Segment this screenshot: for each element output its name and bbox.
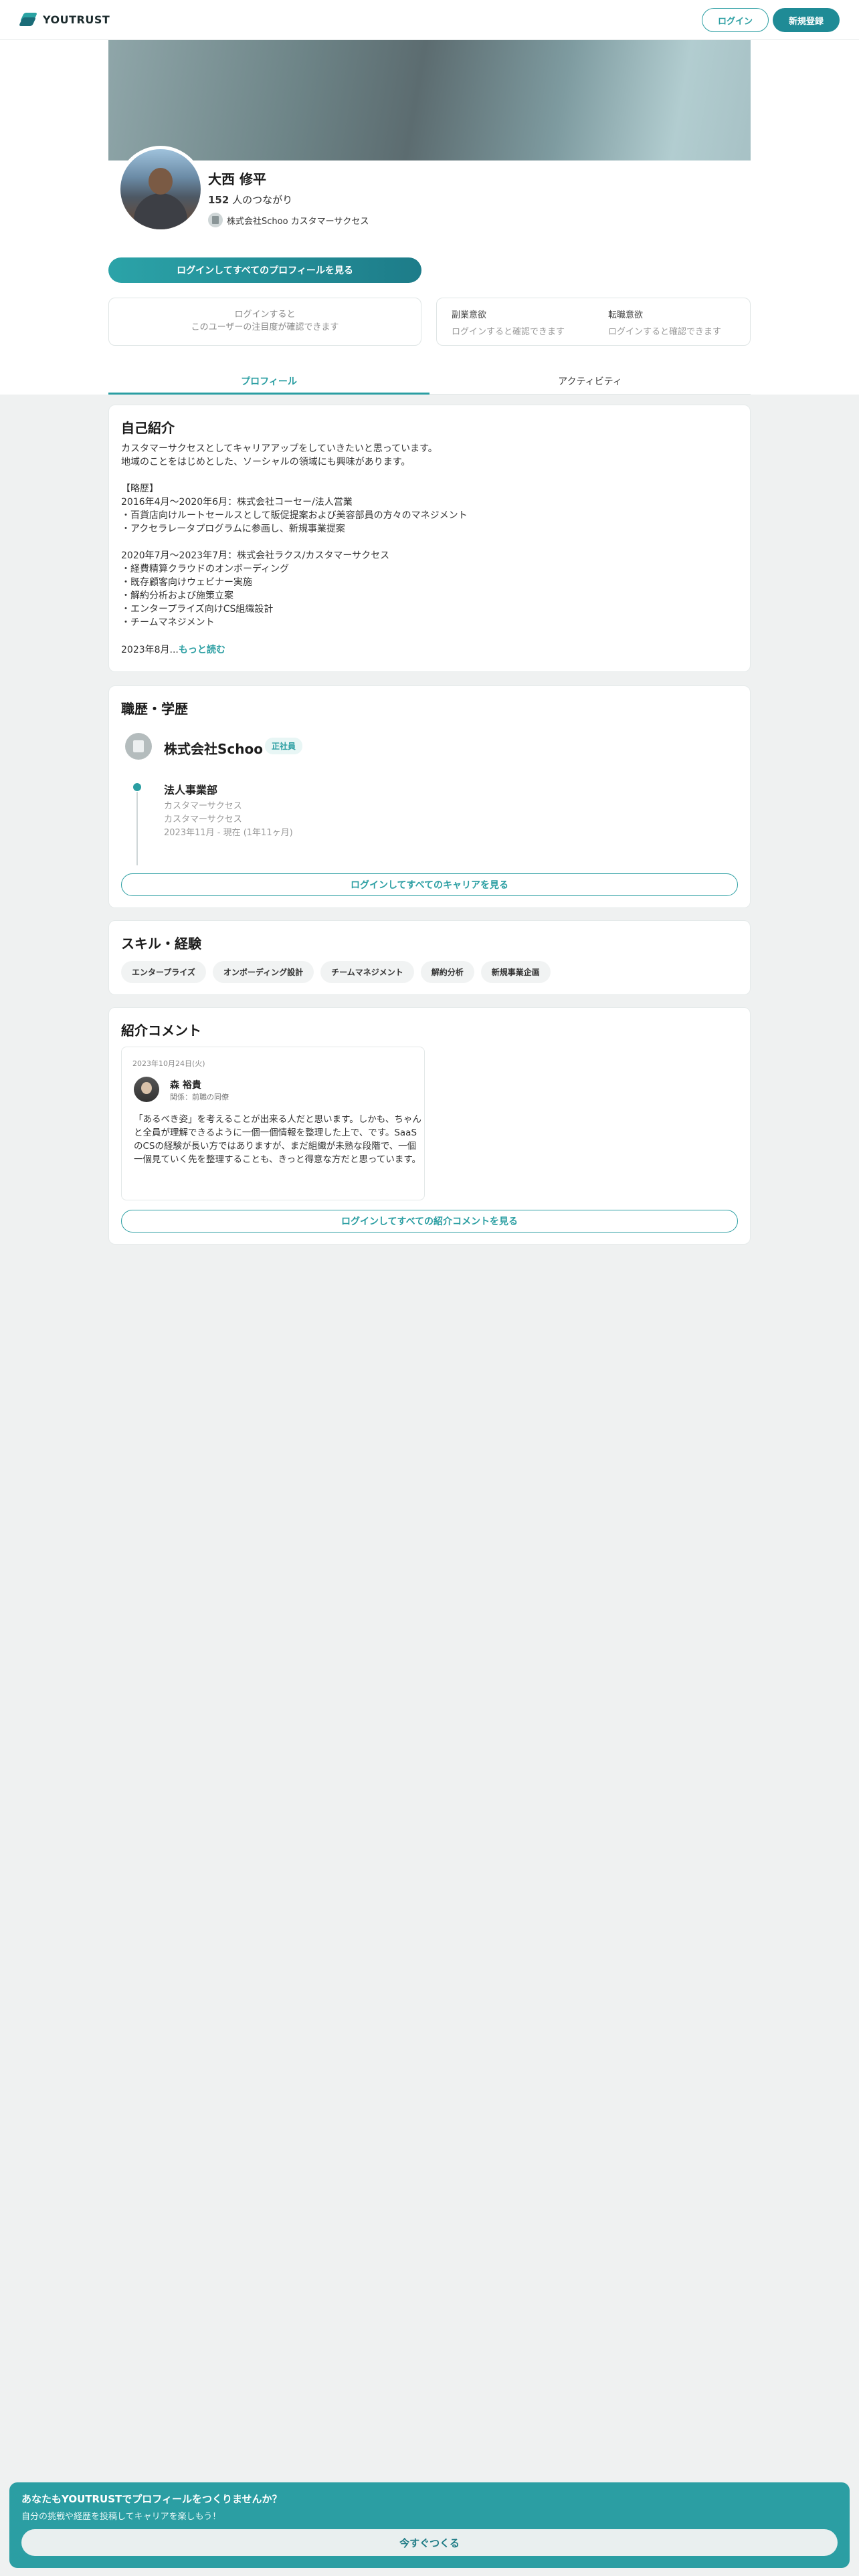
career-role-sub-2: カスタマーサクセス [164,815,242,825]
side-job-value: ログインすると確認できます [452,327,565,337]
self-intro-title: 自己紹介 [121,420,175,436]
signup-cta-banner: あなたもYOUTRUSTでプロフィールをつくりませんか？ 自分の挑戦や経歴を投稿… [9,2482,850,2568]
timeline-line [136,792,138,865]
company-building-icon [125,733,152,760]
recommender-name[interactable]: 森 裕貴 [170,1078,201,1091]
job-change-value: ログインすると確認できます [608,327,722,337]
profile-tabs: プロフィール アクティビティ [108,365,751,395]
recommendations-title: 紹介コメント [121,1023,201,1039]
timeline-dot [133,783,141,791]
employment-type-badge: 正社員 [265,738,303,754]
logo[interactable]: YOUTRUST [18,12,110,27]
intent-card: 副業意欲 ログインすると確認できます 転職意欲 ログインすると確認できます [436,298,751,346]
skill-chip[interactable]: 解約分析 [420,961,474,983]
job-change-title: 転職意欲 [608,310,644,320]
skill-chip[interactable]: エンタープライズ [121,961,206,983]
job-change-intent: 転職意欲 ログインすると確認できます [593,298,750,345]
company-icon [208,213,223,227]
skill-chip[interactable]: 新規事業企画 [480,961,551,983]
avatar-photo [120,149,201,229]
avatar [117,146,204,233]
recommender-relation: 関係：前職の同僚 [170,1093,229,1101]
career-role-sub-1: カスタマーサクセス [164,801,242,811]
skill-chips: エンタープライズ オンボーディング設計 チームマネジメント 解約分析 新規事業企… [121,961,551,983]
self-intro-more: 2023年8月...もっと読む [121,643,225,656]
self-intro-section: 自己紹介 カスタマーサクセスとしてキャリアアップをしていきたいと思っています。 … [108,405,751,672]
career-title: 職歴・学歴 [121,701,188,717]
profile-name: 大西 修平 [208,171,266,187]
read-more-link[interactable]: もっと読む [179,645,225,655]
cta-subtitle: 自分の挑戦や経歴を投稿してキャリアを楽しもう！ [21,2512,221,2522]
recommendation-text: 「あるべき姿」を考えることが出来る人だと思います。しかも、ちゃんと全員が理解でき… [134,1114,421,1165]
header: YOUTRUST ログイン 新規登録 [0,0,859,40]
attention-line-1: ログインすると [234,310,296,320]
career-section: 職歴・学歴 株式会社Schoo 正社員 法人事業部 カスタマーサクセス カスタマ… [108,685,751,908]
career-company-name[interactable]: 株式会社Schoo [164,738,263,758]
skill-chip[interactable]: オンボーディング設計 [212,961,314,983]
tab-activity[interactable]: アクティビティ [430,365,751,395]
side-job-intent: 副業意欲 ログインすると確認できます [437,298,593,345]
recommender-avatar[interactable] [134,1077,159,1102]
self-intro-text: カスタマーサクセスとしてキャリアアップをしていきたいと思っています。 地域のこと… [121,443,468,628]
attention-card: ログインすると このユーザーの注目度が確認できます [108,298,421,346]
current-company[interactable]: 株式会社Schoo カスタマーサクセス [208,213,369,227]
cta-title: あなたもYOUTRUSTでプロフィールをつくりませんか？ [21,2493,282,2505]
intro-truncated: 2023年8月... [121,645,179,655]
view-all-profile-button[interactable]: ログインしてすべてのプロフィールを見る [108,257,421,283]
login-button[interactable]: ログイン [702,8,769,32]
side-job-title: 副業意欲 [452,310,487,320]
career-period: 2023年11月 - 現在 (1年11ヶ月) [164,828,293,838]
company-role-text: 株式会社Schoo カスタマーサクセス [227,216,369,227]
signup-button[interactable]: 新規登録 [773,8,840,32]
cover-image [108,40,751,160]
skills-section: スキル・経験 エンタープライズ オンボーディング設計 チームマネジメント 解約分… [108,920,751,995]
attention-line-2: このユーザーの注目度が確認できます [191,322,339,332]
skills-title: スキル・経験 [121,936,201,952]
recommendations-section: 紹介コメント 2023年10月24日(火) 森 裕貴 関係：前職の同僚 「あるべ… [108,1007,751,1245]
tab-profile[interactable]: プロフィール [108,365,430,395]
view-all-comments-button[interactable]: ログインしてすべての紹介コメントを見る [121,1210,738,1232]
connections-count[interactable]: 152 人のつながり [208,193,292,207]
create-now-button[interactable]: 今すぐつくる [21,2529,838,2556]
skill-chip[interactable]: チームマネジメント [320,961,414,983]
recommendation-date: 2023年10月24日(火) [132,1059,205,1068]
view-all-career-button[interactable]: ログインしてすべてのキャリアを見る [121,873,738,896]
logo-text: YOUTRUST [43,13,110,26]
career-role-title: 法人事業部 [164,784,218,796]
recommendation-card: 2023年10月24日(火) 森 裕貴 関係：前職の同僚 「あるべき姿」を考える… [121,1047,425,1200]
youtrust-logo-icon [18,12,38,27]
